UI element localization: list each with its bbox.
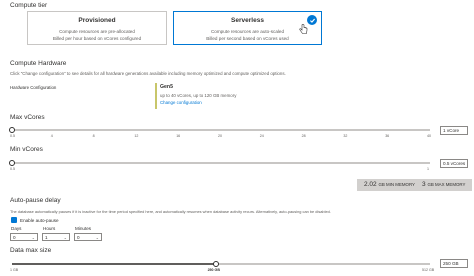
- max-vcores-tick: 4: [50, 134, 53, 138]
- min-vcores-label: Min vCores: [10, 146, 43, 153]
- max-vcores-value-input[interactable]: 1 vCore: [440, 126, 468, 135]
- min-vcores-track: [12, 162, 430, 164]
- tier-card-line1: Compute resources are pre-allocated: [59, 29, 135, 34]
- min-memory-value: 2.02: [364, 181, 377, 188]
- max-vcores-label: Max vCores: [10, 114, 45, 121]
- minutes-value: 0: [77, 234, 80, 240]
- minutes-label: Minutes: [75, 226, 92, 231]
- chevron-down-icon: ⌄: [31, 235, 35, 240]
- days-label: Days: [11, 226, 22, 231]
- data-max-size-tick-start: 1 GB: [10, 268, 19, 272]
- max-vcores-tick: 0.5: [10, 134, 15, 138]
- max-vcores-tick: 16: [176, 134, 181, 138]
- max-vcores-tick: 8: [92, 134, 95, 138]
- max-vcores-slider-thumb[interactable]: [9, 127, 15, 133]
- max-vcores-tick: 24: [259, 134, 264, 138]
- change-configuration-link[interactable]: Change configuration: [160, 100, 202, 105]
- max-vcores-tick: 36: [385, 134, 390, 138]
- tier-card-serverless[interactable]: Serverless Compute resources are auto-sc…: [173, 11, 322, 45]
- min-vcores-slider-thumb[interactable]: [9, 160, 15, 166]
- compute-hardware-heading: Compute Hardware: [10, 60, 67, 67]
- data-max-size-label: Data max size: [10, 247, 52, 254]
- days-value: 0: [13, 234, 16, 240]
- max-vcores-tick: 32: [343, 134, 348, 138]
- hardware-gen-detail: up to 40 vCores, up to 120 GB memory: [160, 93, 237, 98]
- max-vcores-tick: 12: [134, 134, 139, 138]
- data-max-size-slider-thumb[interactable]: [212, 261, 219, 267]
- data-max-size-tick-mid: 250 GB: [207, 268, 220, 272]
- max-memory-value: 3: [422, 181, 426, 188]
- days-select[interactable]: 0 ⌄: [10, 233, 38, 241]
- compute-hardware-description: Click "Change configuration" to see deta…: [10, 71, 286, 76]
- selected-check-icon: [307, 15, 317, 25]
- hardware-selection-bar: [155, 83, 157, 109]
- auto-pause-description: The database automatically pauses if it …: [10, 209, 331, 214]
- hours-value: 1: [45, 234, 48, 240]
- max-memory-unit: GB MAX MEMORY: [427, 182, 466, 187]
- compute-tier-heading: Compute tier: [10, 2, 48, 9]
- min-memory-unit: GB MIN MEMORY: [378, 182, 415, 187]
- hours-label: Hours: [43, 226, 56, 231]
- data-max-size-value-input[interactable]: 250 GB: [440, 259, 468, 268]
- hours-select[interactable]: 1 ⌄: [42, 233, 70, 241]
- min-vcores-tick-end: 1: [427, 167, 429, 171]
- tier-card-line2: Billed per hour based on vCores configur…: [52, 36, 142, 41]
- minutes-select[interactable]: 0 ⌄: [74, 233, 102, 241]
- data-max-size-tick-end: 512 GB: [422, 268, 435, 272]
- max-vcores-tick: 20: [218, 134, 222, 138]
- auto-pause-heading: Auto-pause delay: [10, 197, 61, 204]
- tier-card-title: Provisioned: [78, 17, 116, 24]
- enable-auto-pause-label: Enable auto-pause: [20, 218, 59, 223]
- max-vcores-tick: 40: [427, 134, 431, 138]
- hardware-config-label: Hardware Configuration: [10, 85, 57, 90]
- tier-card-provisioned[interactable]: Provisioned Compute resources are pre-al…: [27, 11, 167, 45]
- data-max-size-fill: [12, 263, 216, 265]
- min-vcores-value-input[interactable]: 0.5 vCores: [440, 159, 468, 168]
- hardware-gen-name: Gen5: [160, 84, 173, 90]
- hand-cursor-icon: [299, 22, 308, 40]
- max-vcores-track: [12, 129, 430, 131]
- enable-auto-pause-checkbox[interactable]: [11, 217, 17, 230]
- max-memory-display: 3 GB MAX MEMORY: [422, 181, 465, 188]
- max-vcores-tick: 28: [301, 134, 306, 138]
- min-vcores-tick-start: 0.5: [10, 167, 15, 171]
- chevron-down-icon: ⌄: [95, 235, 99, 240]
- min-memory-display: 2.02 GB MIN MEMORY: [364, 181, 415, 188]
- chevron-down-icon: ⌄: [63, 235, 67, 240]
